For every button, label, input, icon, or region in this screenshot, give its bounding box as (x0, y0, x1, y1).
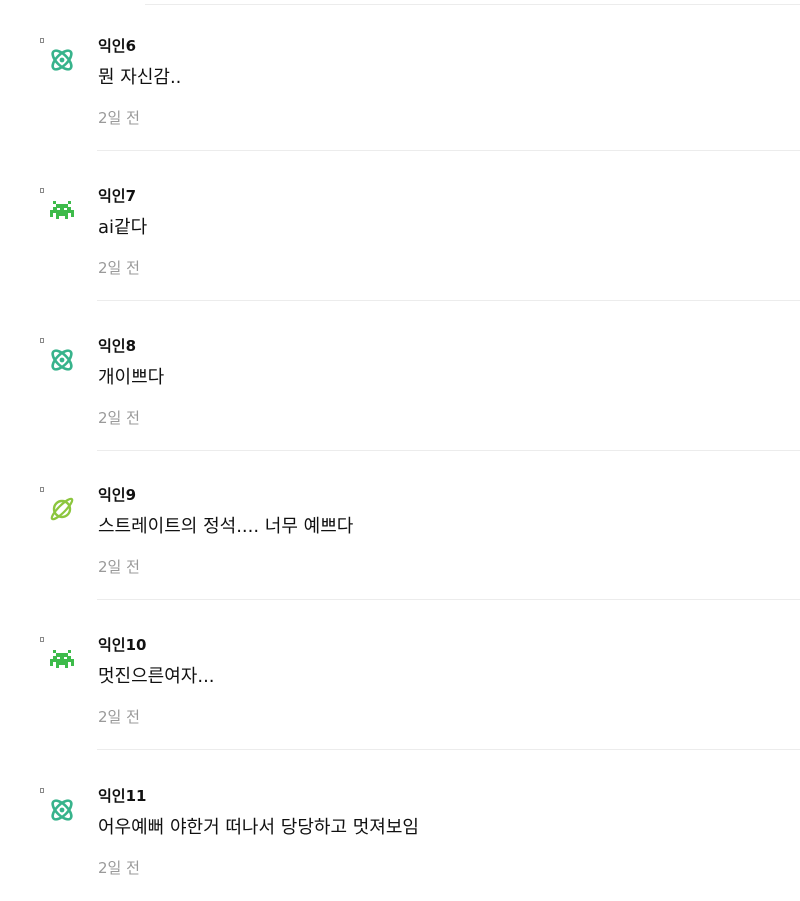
avatar-badge (40, 637, 44, 642)
comment-text: 어우예뻐 야한거 떠나서 당당하고 멋져보임 (98, 817, 419, 838)
atom-icon (51, 799, 73, 821)
comment-item: 익인11 어우예뻐 야한거 떠나서 당당하고 멋져보임 2일 전 (0, 786, 800, 901)
space-invader-icon (50, 201, 74, 219)
comment-list-page: 익인6 뭔 자신감.. 2일 전 익인7 ai같다 2일 전 익인8 개이쁘다 … (0, 0, 800, 901)
comment-text: ai같다 (98, 217, 148, 238)
comment-author[interactable]: 익인8 (98, 336, 136, 356)
comment-divider (97, 300, 800, 301)
avatar-badge (40, 188, 44, 193)
avatar[interactable] (38, 637, 82, 681)
top-divider (145, 4, 800, 5)
comment-item: 익인6 뭔 자신감.. 2일 전 (0, 36, 800, 186)
comment-item: 익인9 스트레이트의 정석.... 너무 예쁘다 2일 전 (0, 485, 800, 635)
comment-author[interactable]: 익인9 (98, 485, 136, 505)
comment-item: 익인8 개이쁘다 2일 전 (0, 336, 800, 486)
comment-time: 2일 전 (98, 708, 140, 726)
comment-author[interactable]: 익인10 (98, 635, 146, 655)
avatar[interactable] (38, 788, 82, 832)
comment-time: 2일 전 (98, 558, 140, 576)
comment-divider (97, 450, 800, 451)
comment-time: 2일 전 (98, 859, 140, 877)
avatar[interactable] (38, 38, 82, 82)
comment-divider (97, 150, 800, 151)
comment-author[interactable]: 익인6 (98, 36, 136, 56)
atom-icon (51, 349, 73, 371)
avatar[interactable] (38, 487, 82, 531)
comment-time: 2일 전 (98, 409, 140, 427)
avatar-badge (40, 487, 44, 492)
avatar-badge (40, 38, 44, 43)
avatar-badge (40, 338, 44, 343)
comment-time: 2일 전 (98, 259, 140, 277)
comment-text: 멋진으른여자... (98, 666, 215, 687)
comment-text: 뭔 자신감.. (98, 67, 182, 88)
comment-divider (97, 599, 800, 600)
comment-text: 스트레이트의 정석.... 너무 예쁘다 (98, 516, 354, 537)
avatar[interactable] (38, 188, 82, 232)
avatar-badge (40, 788, 44, 793)
avatar[interactable] (38, 338, 82, 382)
comment-text: 개이쁘다 (98, 367, 165, 388)
comment-time: 2일 전 (98, 109, 140, 127)
comment-author[interactable]: 익인7 (98, 186, 136, 206)
comment-author[interactable]: 익인11 (98, 786, 146, 806)
space-invader-icon (50, 650, 74, 668)
comment-item: 익인7 ai같다 2일 전 (0, 186, 800, 336)
planet-icon (50, 497, 74, 521)
comment-divider (97, 749, 800, 750)
atom-icon (51, 49, 73, 71)
comment-item: 익인10 멋진으른여자... 2일 전 (0, 635, 800, 785)
